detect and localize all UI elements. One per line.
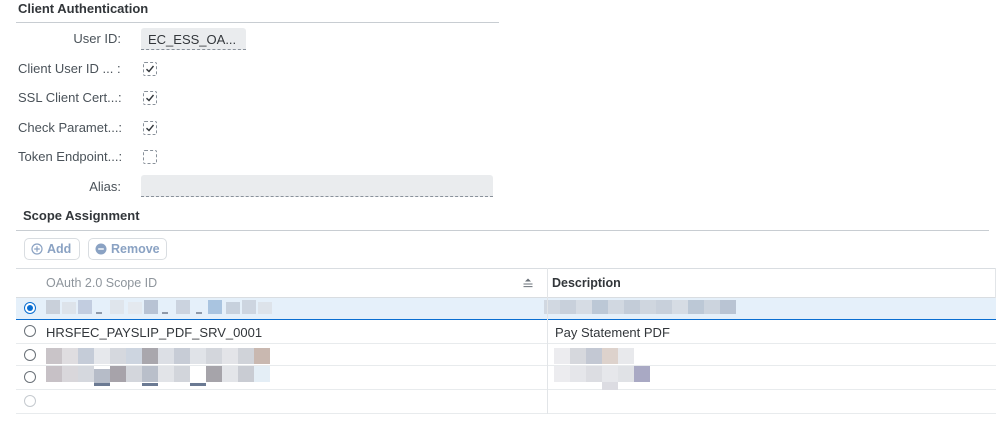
row-radio[interactable]	[24, 371, 36, 383]
remove-button-label: Remove	[111, 242, 160, 256]
client-auth-divider	[16, 22, 499, 23]
alias-label: Alias:	[89, 179, 121, 194]
check-parameters-label: Check Paramet...:	[18, 120, 123, 135]
table-row[interactable]	[16, 366, 996, 390]
ssl-client-cert-label: SSL Client Cert...:	[18, 90, 122, 105]
user-id-label: User ID:	[73, 31, 121, 46]
client-user-id-checkbox[interactable]	[143, 62, 157, 76]
checkmark-icon	[146, 124, 155, 132]
column-separator-right	[995, 268, 996, 298]
token-endpoint-label: Token Endpoint...:	[18, 149, 123, 164]
column-header-description[interactable]: Description	[552, 269, 621, 298]
row-radio[interactable]	[24, 302, 36, 314]
remove-button[interactable]: Remove	[88, 238, 167, 260]
table-header: OAuth 2.0 Scope ID Description	[16, 268, 996, 298]
remove-circle-icon	[95, 243, 107, 255]
checkmark-icon	[146, 94, 155, 102]
sort-icon[interactable]	[522, 278, 534, 288]
scope-assignment-title: Scope Assignment	[23, 208, 140, 223]
cell-scope-id: HRSFEC_PAYSLIP_PDF_SRV_0001	[46, 325, 263, 340]
column-header-scope-id[interactable]: OAuth 2.0 Scope ID	[46, 269, 157, 298]
alias-field[interactable]	[141, 175, 493, 197]
cell-description: Pay Statement PDF	[555, 325, 670, 340]
row-radio[interactable]	[24, 349, 36, 361]
column-separator	[547, 268, 548, 414]
table-row[interactable]: HRSFEC_PAYSLIP_PDF_SRV_0001 Pay Statemen…	[16, 320, 996, 344]
add-circle-icon	[31, 243, 43, 255]
row-radio[interactable]	[24, 325, 36, 337]
checkmark-icon	[146, 65, 155, 73]
ssl-client-cert-checkbox[interactable]	[143, 91, 157, 105]
table-row[interactable]	[16, 344, 996, 366]
add-button[interactable]: Add	[24, 238, 80, 260]
user-id-field[interactable]: EC_ESS_OA...	[141, 28, 246, 50]
client-user-id-label: Client User ID ... :	[18, 61, 121, 76]
client-auth-title: Client Authentication	[18, 1, 149, 16]
token-endpoint-checkbox[interactable]	[143, 150, 157, 164]
add-button-label: Add	[47, 242, 72, 256]
table-row[interactable]	[16, 298, 996, 320]
table-row[interactable]	[16, 390, 996, 414]
row-radio[interactable]	[24, 395, 36, 407]
check-parameters-checkbox[interactable]	[143, 121, 157, 135]
scope-assignment-divider	[16, 230, 989, 231]
